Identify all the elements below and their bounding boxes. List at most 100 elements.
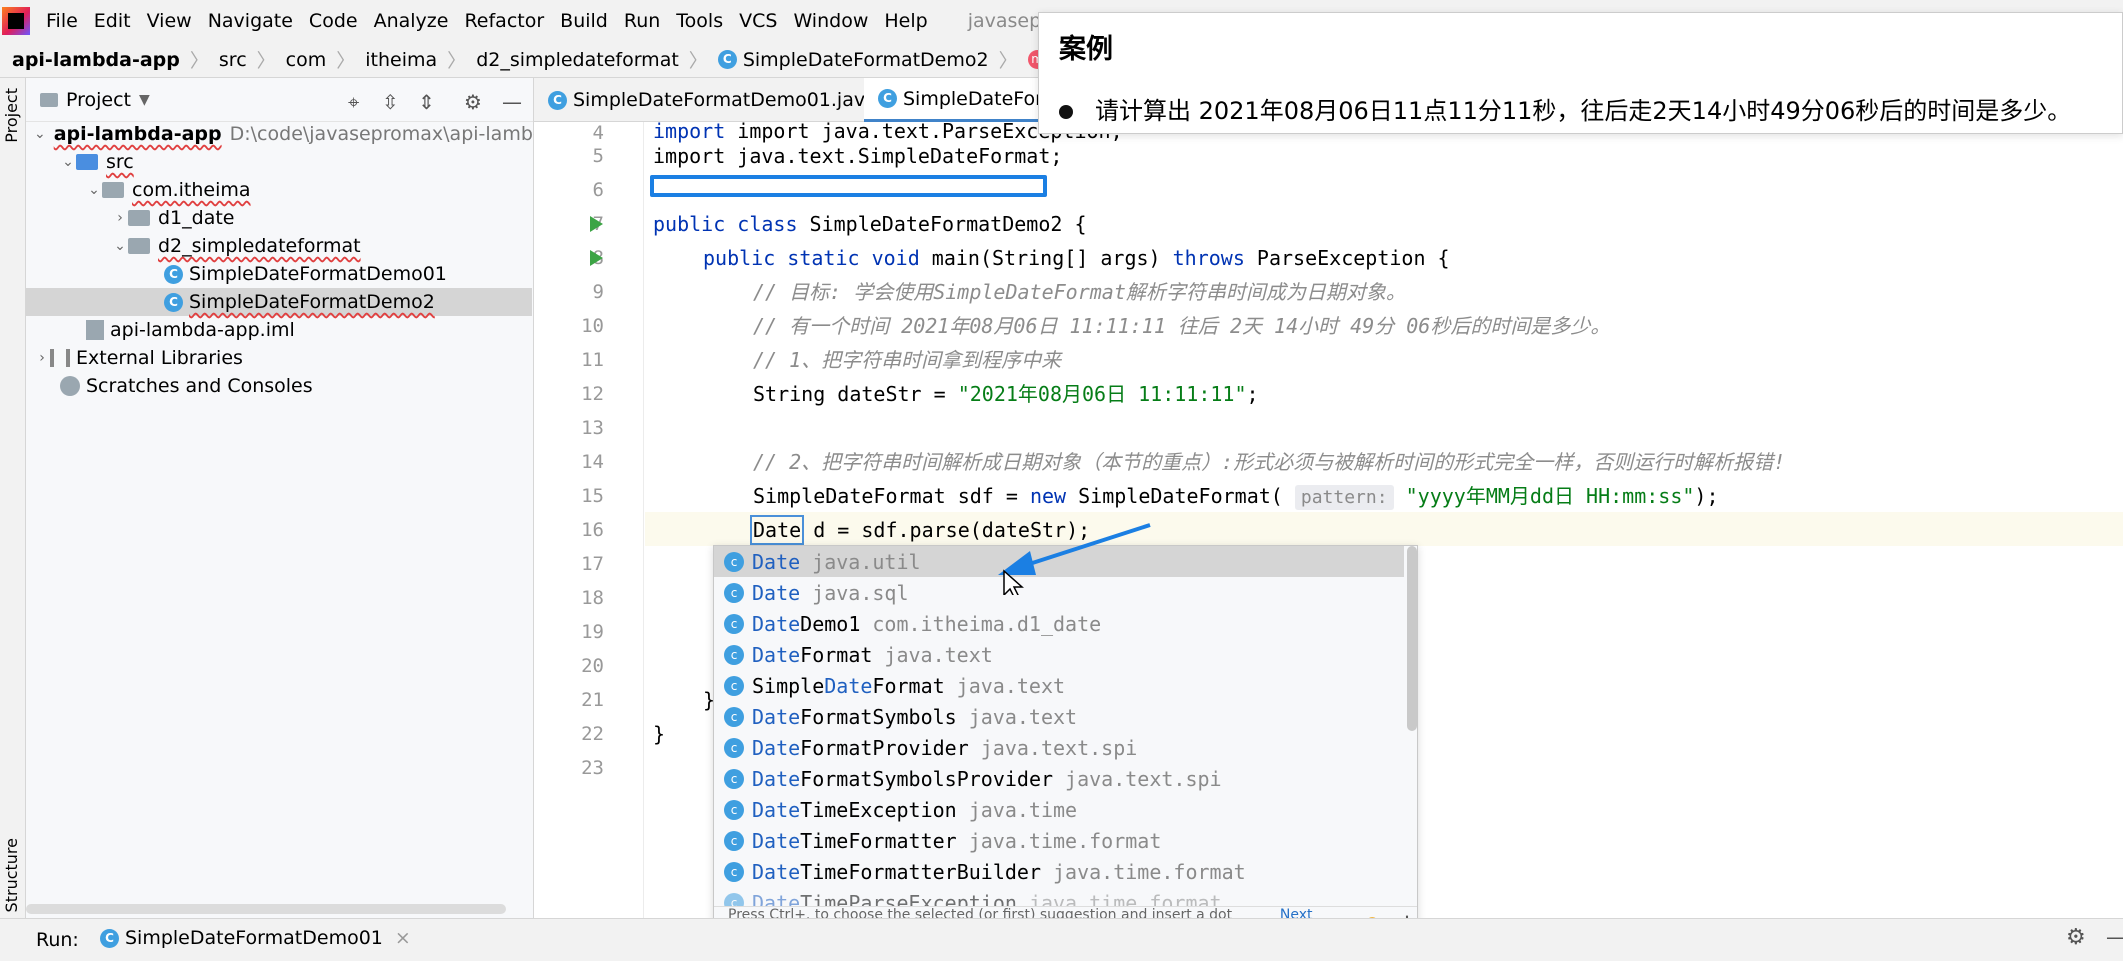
tree-item-scratches[interactable]: Scratches and Consoles	[26, 372, 532, 400]
run-main-icon[interactable]	[590, 250, 603, 266]
menu-edit[interactable]: Edit	[94, 10, 131, 32]
menu-help[interactable]: Help	[884, 10, 927, 32]
line-number: 15	[581, 485, 604, 507]
line-number: 13	[581, 417, 604, 439]
menu-file[interactable]: File	[46, 10, 78, 32]
menu-view[interactable]: View	[147, 10, 192, 32]
project-tool-button[interactable]: Project	[2, 88, 21, 143]
line-number: 10	[581, 315, 604, 337]
tree-label-demo01: SimpleDateFormatDemo01	[189, 263, 447, 285]
overlay-title: 案例	[1059, 34, 1113, 65]
completion-item[interactable]: c Simple Date Format java.text	[714, 670, 1404, 701]
code-line-15: SimpleDateFormat sdf = new SimpleDateFor…	[753, 484, 1719, 510]
close-icon[interactable]: ×	[395, 927, 411, 949]
code-line-12: String dateStr = "2021年08月06日 11:11:11";	[753, 382, 1259, 406]
menu-code[interactable]: Code	[309, 10, 358, 32]
tree-label-src: src	[106, 151, 134, 173]
tree-item-d2[interactable]: ⌄ d2_simpledateformat	[26, 232, 532, 260]
class-icon: C	[878, 89, 897, 108]
editor-gutter: 4 5 6 7 8 9 10 11 12 13 14 15 16 17 18 1…	[534, 122, 644, 918]
breadcrumb-project[interactable]: api-lambda-app	[12, 49, 180, 71]
completion-item[interactable]: c Date TimeException java.time	[714, 794, 1404, 825]
code-line-10: // 有一个时间 2021年08月06日 11:11:11 往后 2天 14小时…	[753, 314, 1611, 338]
line-number: 12	[581, 383, 604, 405]
tree-item-demo01[interactable]: C SimpleDateFormatDemo01	[26, 260, 532, 288]
chevron-down-icon[interactable]: ⌄	[86, 182, 102, 198]
package-icon	[128, 210, 150, 226]
menu-analyze[interactable]: Analyze	[374, 10, 449, 32]
completion-item[interactable]: c Date Format java.text	[714, 639, 1404, 670]
tree-label-scratches: Scratches and Consoles	[86, 375, 313, 397]
overlay-bullet: 请计算出 2021年08月06日11点11分11秒，往后走2天14小时49分06…	[1059, 91, 2071, 126]
code-current-token: Date	[749, 515, 805, 545]
class-icon: C	[164, 264, 183, 284]
project-view-selector[interactable]: Project	[66, 89, 131, 111]
chevron-down-icon[interactable]: ⌄	[60, 154, 76, 170]
completion-item[interactable]: c Date TimeFormatterBuilder java.time.forma…	[714, 856, 1404, 887]
source-folder-icon	[76, 154, 98, 170]
chevron-down-icon[interactable]: ⌄	[112, 238, 128, 254]
hide-icon[interactable]: —	[502, 90, 522, 114]
menu-vcs[interactable]: VCS	[739, 10, 777, 32]
hide-icon[interactable]: —	[2106, 925, 2123, 949]
package-icon	[102, 182, 124, 198]
breadcrumb-com[interactable]: com	[286, 49, 327, 71]
completion-item[interactable]: c Date FormatSymbolsProvider java.text.spi	[714, 763, 1404, 794]
menu-navigate[interactable]: Navigate	[208, 10, 293, 32]
code-completion-popup[interactable]: c Date java.util c Date java.sql c Date Demo1 c…	[713, 545, 1418, 938]
breadcrumb-itheima[interactable]: itheima	[365, 49, 437, 71]
menu-refactor[interactable]: Refactor	[464, 10, 544, 32]
tree-item-package[interactable]: ⌄ com.itheima	[26, 176, 532, 204]
bullet-icon	[1059, 105, 1073, 119]
breadcrumb-class[interactable]: SimpleDateFormatDemo2	[743, 49, 989, 71]
tree-root-path: D:\code\javasepromax\api-lambda-a	[229, 123, 576, 145]
class-icon: c	[724, 830, 744, 851]
structure-tool-button[interactable]: Structure	[2, 838, 21, 912]
run-tool-bar: Run: C SimpleDateFormatDemo01 × ⚙ —	[0, 918, 2123, 961]
chevron-down-icon[interactable]: ⌄	[34, 126, 46, 142]
intellij-logo-icon	[2, 7, 30, 35]
gear-icon[interactable]: ⚙	[2066, 925, 2086, 950]
task-overlay-card: 案例 请计算出 2021年08月06日11点11分11秒，往后走2天14小时49…	[1038, 12, 2123, 134]
menu-build[interactable]: Build	[560, 10, 608, 32]
chevron-right-icon[interactable]: ›	[112, 210, 128, 226]
completion-item[interactable]: c Date FormatSymbols java.text	[714, 701, 1404, 732]
chevron-down-icon[interactable]: ▼	[139, 92, 150, 108]
menu-window[interactable]: Window	[793, 10, 868, 32]
line-number: 20	[581, 655, 604, 677]
tree-label-d1: d1_date	[158, 207, 235, 229]
locate-icon[interactable]: ⌖	[348, 90, 359, 114]
line-number: 16	[581, 519, 604, 541]
class-icon: c	[724, 861, 744, 882]
tree-item-demo2[interactable]: C SimpleDateFormatDemo2	[26, 288, 532, 316]
tree-item-external-libraries[interactable]: › External Libraries	[26, 344, 532, 372]
horizontal-scrollbar[interactable]	[26, 904, 506, 914]
run-class-icon[interactable]	[590, 216, 603, 232]
code-line-8: public static void main(String[] args) t…	[703, 246, 1450, 270]
project-view-icon	[40, 92, 58, 107]
tree-label-iml: api-lambda-app.iml	[110, 319, 295, 341]
completion-item[interactable]: c Date FormatProvider java.text.spi	[714, 732, 1404, 763]
class-icon: c	[724, 551, 744, 572]
code-line-22: }	[653, 722, 666, 746]
parameter-hint: pattern:	[1294, 485, 1394, 510]
collapse-all-icon[interactable]: ⇕	[418, 90, 435, 114]
tree-item-root[interactable]: ⌄ api-lambda-app D:\code\javasepromax\ap…	[26, 120, 575, 148]
completion-item[interactable]: c Date Demo1 com.itheima.d1_date	[714, 608, 1404, 639]
class-icon: c	[724, 582, 744, 603]
chevron-right-icon[interactable]: ›	[34, 350, 50, 366]
tree-item-src[interactable]: ⌄ src	[26, 148, 532, 176]
completion-scrollbar[interactable]	[1407, 546, 1417, 731]
expand-all-icon[interactable]: ⇳	[382, 90, 399, 114]
menu-run[interactable]: Run	[624, 10, 660, 32]
menu-tools[interactable]: Tools	[676, 10, 723, 32]
tree-item-iml[interactable]: api-lambda-app.iml	[26, 316, 532, 344]
annotation-arrow	[998, 523, 1151, 595]
run-tab[interactable]: C SimpleDateFormatDemo01 ×	[100, 927, 411, 949]
tree-item-d1[interactable]: › d1_date	[26, 204, 532, 232]
breadcrumb-src[interactable]: src	[219, 49, 247, 71]
completion-item[interactable]: c Date TimeFormatter java.time.format	[714, 825, 1404, 856]
gear-icon[interactable]: ⚙	[464, 90, 482, 114]
breadcrumb-package[interactable]: d2_simpledateformat	[476, 49, 679, 71]
code-line-9: // 目标: 学会使用SimpleDateFormat解析字符串时间成为日期对象…	[753, 280, 1406, 304]
